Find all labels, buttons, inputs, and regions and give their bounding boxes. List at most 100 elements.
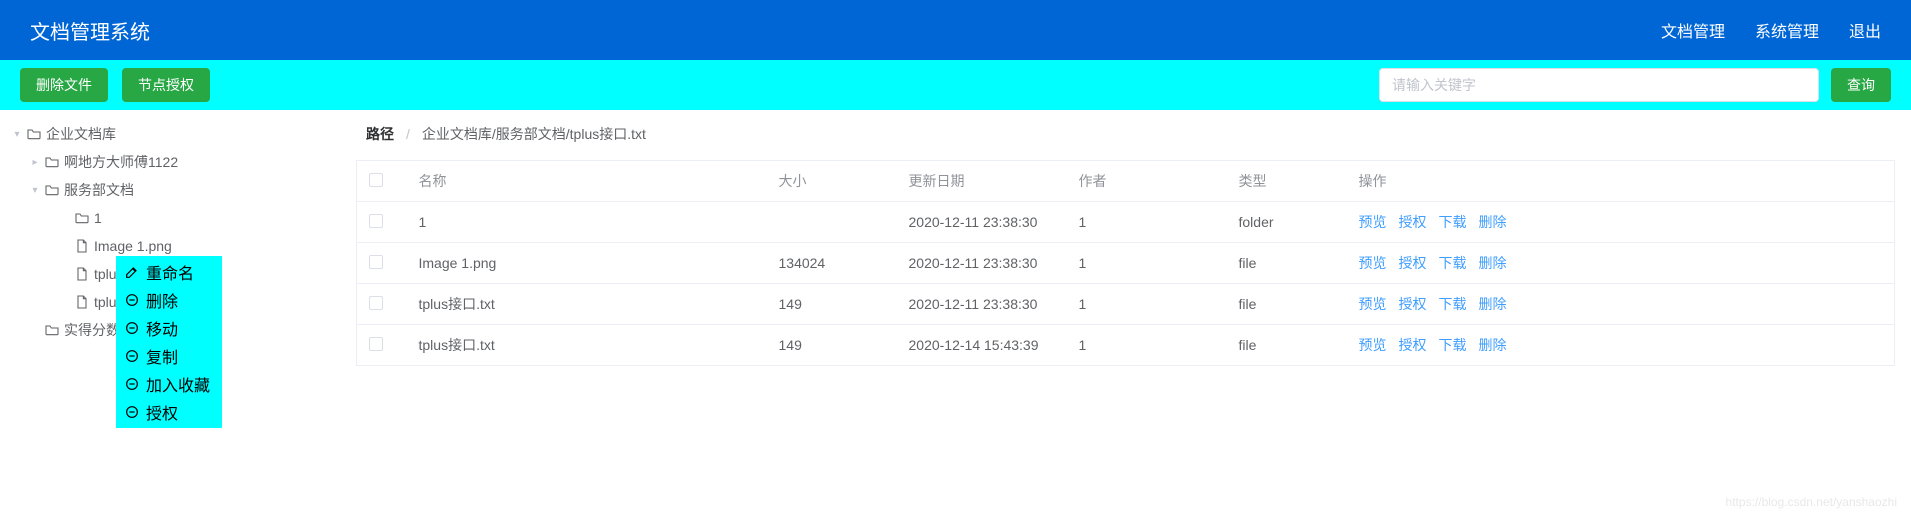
breadcrumb-label: 路径 [366,124,394,144]
cell-type: file [1227,325,1347,366]
tree-node[interactable]: ▸啊地方大师傅1122 [0,148,340,176]
tree-node-label: 服务部文档 [64,180,134,200]
nav-sys-mgmt[interactable]: 系统管理 [1755,18,1819,42]
cell-size: 149 [767,325,897,366]
op-link[interactable]: 授权 [1399,335,1427,355]
op-link[interactable]: 下载 [1439,335,1467,355]
table-row: tplus接口.txt1492020-12-11 23:38:301file预览… [357,284,1895,325]
chevron-down-icon[interactable]: ▾ [28,185,42,196]
folder-icon [74,210,90,226]
context-menu-item[interactable]: 移动 [116,314,222,342]
col-ops: 操作 [1347,161,1895,202]
cell-author: 1 [1067,325,1227,366]
file-icon [74,266,90,282]
toolbar: 删除文件 节点授权 查询 [0,60,1911,110]
tree-node[interactable]: ▾ 企业文档库 [0,120,340,148]
context-menu: 重命名删除移动复制加入收藏授权 [116,256,222,428]
tree-node-label: Image 1.png [94,238,172,254]
breadcrumb-sep: / [406,126,410,142]
cell-author: 1 [1067,243,1227,284]
chevron-down-icon[interactable]: ▾ [10,129,24,140]
cell-ops: 预览授权下载删除 [1347,284,1895,325]
context-menu-item[interactable]: 重命名 [116,258,222,286]
cell-size [767,202,897,243]
op-link[interactable]: 删除 [1479,294,1507,314]
op-link[interactable]: 删除 [1479,212,1507,232]
header-bar: 文档管理系统 文档管理 系统管理 退出 [0,0,1911,60]
op-link[interactable]: 预览 [1359,212,1387,232]
cell-author: 1 [1067,202,1227,243]
col-name: 名称 [407,161,767,202]
chevron-right-icon[interactable]: ▸ [28,157,42,168]
tree-node-label: 1 [94,210,102,226]
tree-node[interactable]: ▾ 服务部文档 [0,176,340,204]
minus-icon [124,376,140,392]
tree-node-label: 企业文档库 [46,124,116,144]
cell-size: 134024 [767,243,897,284]
op-link[interactable]: 删除 [1479,335,1507,355]
op-link[interactable]: 预览 [1359,294,1387,314]
cell-size: 149 [767,284,897,325]
nav-doc-mgmt[interactable]: 文档管理 [1661,18,1725,42]
row-checkbox[interactable] [369,255,383,269]
tree-node-label: 实得分数 [64,320,120,340]
minus-icon [124,320,140,336]
op-link[interactable]: 授权 [1399,253,1427,273]
folder-icon [26,126,42,142]
search-button[interactable]: 查询 [1831,68,1891,102]
row-checkbox[interactable] [369,337,383,351]
op-link[interactable]: 预览 [1359,253,1387,273]
breadcrumb: 路径 / 企业文档库/服务部文档/tplus接口.txt [356,124,1895,144]
context-menu-item[interactable]: 授权 [116,398,222,426]
op-link[interactable]: 下载 [1439,212,1467,232]
cell-date: 2020-12-11 23:38:30 [897,243,1067,284]
op-link[interactable]: 授权 [1399,212,1427,232]
context-menu-label: 授权 [146,400,178,424]
context-menu-label: 加入收藏 [146,372,210,396]
cell-ops: 预览授权下载删除 [1347,325,1895,366]
context-menu-label: 重命名 [146,260,194,284]
context-menu-item[interactable]: 复制 [116,342,222,370]
select-all-checkbox[interactable] [369,173,383,187]
op-link[interactable]: 预览 [1359,335,1387,355]
context-menu-label: 移动 [146,316,178,340]
breadcrumb-path: 企业文档库/服务部文档/tplus接口.txt [422,124,646,144]
sidebar-tree: ▾企业文档库▸啊地方大师傅1122▾服务部文档1Image 1.pngtplus… [0,110,340,380]
main-panel: 路径 / 企业文档库/服务部文档/tplus接口.txt 名称 大小 更新日期 … [340,110,1911,380]
row-checkbox[interactable] [369,296,383,310]
tree-node[interactable]: 1 [0,204,340,232]
col-author: 作者 [1067,161,1227,202]
op-link[interactable]: 下载 [1439,253,1467,273]
cell-type: folder [1227,202,1347,243]
context-menu-item[interactable]: 加入收藏 [116,370,222,398]
table-row: tplus接口.txt1492020-12-14 15:43:391file预览… [357,325,1895,366]
cell-name: 1 [407,202,767,243]
cell-date: 2020-12-11 23:38:30 [897,202,1067,243]
file-icon [74,238,90,254]
edit-icon [124,264,140,280]
context-menu-item[interactable]: 删除 [116,286,222,314]
minus-icon [124,348,140,364]
search-input[interactable] [1379,68,1819,102]
cell-date: 2020-12-14 15:43:39 [897,325,1067,366]
col-type: 类型 [1227,161,1347,202]
file-table: 名称 大小 更新日期 作者 类型 操作 12020-12-11 23:38:30… [356,160,1895,366]
nav-logout[interactable]: 退出 [1849,18,1881,42]
row-checkbox[interactable] [369,214,383,228]
cell-name: tplus接口.txt [407,325,767,366]
op-link[interactable]: 授权 [1399,294,1427,314]
cell-name: tplus接口.txt [407,284,767,325]
cell-ops: 预览授权下载删除 [1347,243,1895,284]
delete-file-button[interactable]: 删除文件 [20,68,108,102]
app-title: 文档管理系统 [30,16,150,45]
context-menu-label: 删除 [146,288,178,312]
op-link[interactable]: 下载 [1439,294,1467,314]
col-date: 更新日期 [897,161,1067,202]
minus-icon [124,404,140,420]
col-size: 大小 [767,161,897,202]
cell-author: 1 [1067,284,1227,325]
file-icon [74,294,90,310]
minus-icon [124,292,140,308]
node-auth-button[interactable]: 节点授权 [122,68,210,102]
op-link[interactable]: 删除 [1479,253,1507,273]
